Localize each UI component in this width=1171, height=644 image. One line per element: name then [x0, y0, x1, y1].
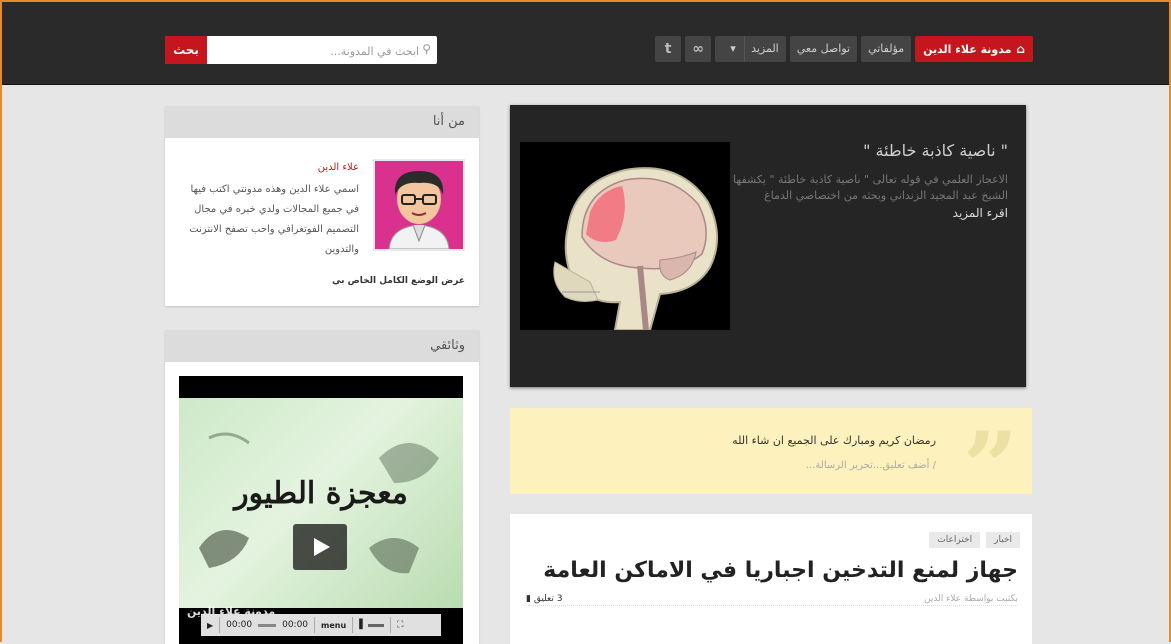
quote-mark-icon: ”	[962, 411, 1018, 524]
video-title: معجزة الطيور	[234, 476, 408, 511]
avatar-illustration	[375, 161, 463, 249]
volume-slider[interactable]: ▌	[359, 620, 385, 630]
comment-count-label: 3 تعليق	[533, 594, 563, 604]
main-nav: ⌂ مدونة علاء الدين مؤلفاتي تواصل معي المز…	[655, 36, 1033, 62]
post-card: اخبار اختراعات جهاز لمنع التدخين اجباريا…	[510, 514, 1032, 644]
divider	[314, 617, 316, 633]
video-controls: ▶ 00:00 00:00 menu ▌ ⛶	[201, 614, 441, 636]
twitter-icon[interactable]: t	[655, 36, 682, 62]
home-icon: ⌂	[1016, 42, 1025, 56]
documentary-widget: وثائقي معجزة الطيور مدونة علاء الدين ▶ 0…	[165, 330, 479, 644]
total-time: 00:00	[282, 620, 309, 630]
search-button[interactable]: بحث	[165, 36, 207, 64]
volume-track	[368, 623, 385, 627]
play-button[interactable]: ▶	[207, 621, 213, 630]
featured-description: الاعجاز العلمي في قوله تعالى " ناصية كاذ…	[733, 173, 1008, 202]
read-more-link[interactable]: اقرء المزيد	[730, 206, 1008, 220]
menu-button[interactable]: menu	[321, 621, 346, 630]
play-icon[interactable]	[293, 524, 347, 570]
video-player[interactable]: معجزة الطيور مدونة علاء الدين ▶ 00:00 00…	[179, 376, 463, 644]
rss-icon[interactable]: ∞	[685, 36, 712, 62]
author-bio: اسمي علاء الدين وهذه مدونتي اكتب فيها في…	[189, 184, 359, 255]
nav-home-label: مدونة علاء الدين	[923, 43, 1012, 56]
divider	[528, 605, 1018, 606]
nav-more-label: المزيد	[751, 42, 779, 55]
divider	[219, 617, 221, 633]
documentary-header: وثائقي	[165, 330, 479, 362]
search-icon: ⚲	[422, 42, 431, 56]
video-screen: معجزة الطيور مدونة علاء الدين	[179, 398, 463, 618]
author-name[interactable]: علاء الدين	[318, 162, 359, 173]
featured-slider: " ناصية كاذبة خاطئة " الاعجاز العلمي في …	[510, 105, 1026, 387]
about-header: من أنا	[165, 106, 479, 138]
featured-title[interactable]: " ناصية كاذبة خاطئة "	[730, 141, 1008, 160]
divider	[352, 617, 354, 633]
divider	[390, 617, 392, 633]
top-navbar: ⌂ مدونة علاء الدين مؤلفاتي تواصل معي المز…	[2, 2, 1169, 85]
tag-link[interactable]: اختراعات	[929, 532, 981, 548]
quote-box: ” رمضان كريم ومبارك على الجميع ان شاء ال…	[510, 408, 1032, 516]
volume-icon: ▌	[359, 620, 367, 630]
nav-home[interactable]: ⌂ مدونة علاء الدين	[915, 36, 1033, 62]
chevron-down-icon: ▾	[722, 36, 746, 62]
featured-image[interactable]	[520, 142, 730, 330]
seek-bar[interactable]	[258, 623, 277, 627]
post-author: بكتبت بواسطة علاء الدين	[923, 594, 1018, 604]
search-box: بحث ⚲	[165, 36, 437, 64]
comment-icon: ▮	[526, 594, 531, 604]
nav-item-contact[interactable]: تواصل معي	[789, 36, 858, 62]
post-title[interactable]: جهاز لمنع التدخين اجباريا في الاماكن الع…	[543, 558, 1018, 583]
current-time: 00:00	[226, 620, 253, 630]
brain-skull-illustration	[520, 142, 730, 330]
tag-link[interactable]: اخبار	[986, 532, 1020, 548]
avatar[interactable]	[373, 159, 465, 251]
comments-count[interactable]: 3 تعليق ▮	[526, 594, 562, 604]
featured-text: " ناصية كاذبة خاطئة " الاعجاز العلمي في …	[730, 141, 1008, 220]
search-input[interactable]	[211, 36, 421, 64]
about-widget: من أنا علاء الدين اسمي علاء الدين وهذه م…	[165, 106, 479, 306]
post-tags: اخبار اختراعات	[929, 532, 1020, 548]
nav-item-more[interactable]: المزيد ▾	[715, 36, 786, 62]
profile-link[interactable]: عرض الوضع الكامل الخاص بي	[332, 276, 465, 286]
fullscreen-icon[interactable]: ⛶	[397, 620, 403, 630]
nav-item-books[interactable]: مؤلفاتي	[861, 36, 912, 62]
quote-actions[interactable]: / أضف تعليق...تحرير الرسالة...	[806, 460, 936, 471]
quote-text: رمضان كريم ومبارك على الجميع ان شاء الله	[732, 434, 936, 447]
